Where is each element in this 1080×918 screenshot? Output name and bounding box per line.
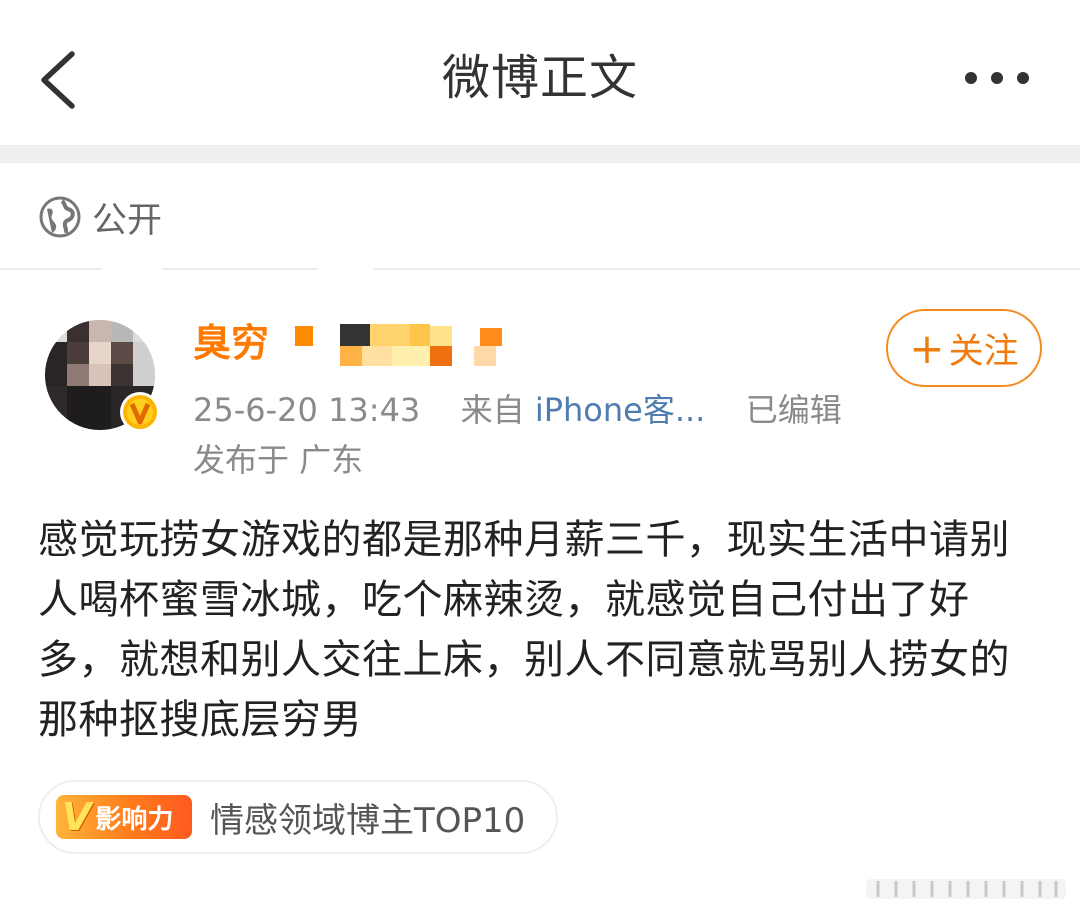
post-time: 25-6-20 13:43 — [193, 391, 421, 429]
post-source-link[interactable]: iPhone客... — [535, 391, 706, 429]
vip-badge-icon — [120, 392, 160, 432]
visibility-indicator: 公开 — [38, 192, 162, 242]
more-dots-icon — [965, 72, 1029, 84]
username-mosaic — [290, 322, 520, 370]
follow-label: 关注 — [948, 331, 1019, 372]
follow-button[interactable]: + 关注 — [886, 309, 1042, 387]
more-button[interactable] — [960, 62, 1034, 94]
author-name[interactable]: 臭穷 — [193, 318, 269, 368]
post-meta: 25-6-20 13:43 来自 iPhone客... 已编辑 — [193, 388, 842, 432]
source-prefix: 来自 — [460, 391, 525, 429]
globe-icon — [39, 196, 81, 238]
divider-line — [0, 268, 1080, 270]
page-title: 微博正文 — [441, 50, 638, 106]
influence-tag[interactable]: V 影响力 情感领域博主TOP10 — [38, 780, 558, 854]
influence-v-icon: V — [62, 795, 92, 839]
influence-badge: V 影响力 — [56, 795, 192, 839]
section-divider — [0, 145, 1080, 163]
scroll-indicator-icon — [866, 879, 1066, 899]
influence-badge-label: 影响力 — [95, 804, 174, 835]
influence-text: 情感领域博主TOP10 — [210, 800, 526, 841]
post-location: 发布于 广东 — [193, 441, 364, 479]
edited-label[interactable]: 已编辑 — [746, 391, 842, 429]
plus-icon: + — [909, 323, 945, 373]
navigation-bar: 微博正文 — [0, 0, 1080, 145]
post-content: 感觉玩捞女游戏的都是那种月薪三千，现实生活中请别人喝杯蜜雪冰城，吃个麻辣烫，就感… — [38, 517, 1010, 743]
visibility-label: 公开 — [92, 200, 163, 241]
